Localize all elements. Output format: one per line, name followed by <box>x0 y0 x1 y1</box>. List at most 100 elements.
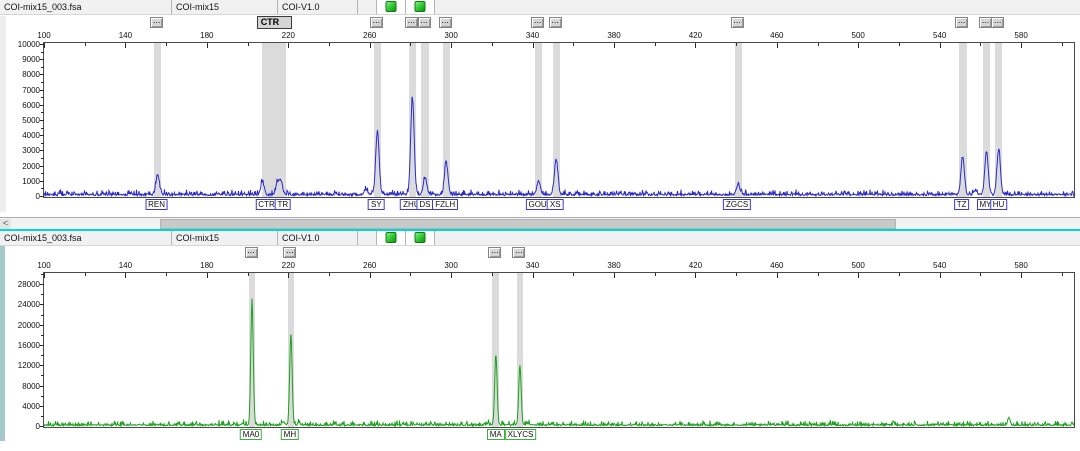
plot-area-blue[interactable]: 1001401802202603003403804204605005405800… <box>43 42 1075 198</box>
sample-header-bottom: COI-mix15_003.fsa COI-mix15 COI-V1.0 <box>0 231 1080 246</box>
allele-label[interactable]: TZ <box>954 199 970 210</box>
x-axis-tick-label: 580 <box>1014 261 1027 270</box>
x-axis-tick-label: 300 <box>444 261 457 270</box>
allele-label[interactable]: SY <box>368 199 385 210</box>
marker-edit-button[interactable]: ... <box>531 17 544 28</box>
x-axis-tick-label: 180 <box>200 31 213 40</box>
x-axis-tick-label: 540 <box>933 31 946 40</box>
x-axis-tick-label: 220 <box>282 261 295 270</box>
y-axis-tick-label: 1000 <box>4 177 40 186</box>
y-axis-tick-label: 5000 <box>4 116 40 125</box>
status-cell[interactable] <box>377 0 406 14</box>
status-cell[interactable] <box>406 0 435 14</box>
y-axis-tick-label: 28000 <box>4 280 40 289</box>
marker-edit-button[interactable]: ... <box>991 17 1004 28</box>
panel-version: COI-V1.0 <box>278 231 358 245</box>
marker-edit-button[interactable]: ... <box>245 247 258 258</box>
trace-line <box>44 97 1074 196</box>
sample-name: COI-mix15 <box>172 0 278 14</box>
x-axis-tick-label: 580 <box>1014 31 1027 40</box>
allele-label[interactable]: MA0 <box>240 429 262 440</box>
y-axis-tick-label: 7000 <box>4 86 40 95</box>
x-axis-tick-label: 340 <box>526 261 539 270</box>
allele-label[interactable]: HU <box>990 199 1008 210</box>
y-axis-tick-label: 0 <box>4 192 40 201</box>
plot-area-green[interactable]: 1001401802202603003403804204605005405800… <box>43 272 1075 428</box>
y-axis-tick-label: 8000 <box>4 382 40 391</box>
trace-green <box>44 273 1074 427</box>
marker-edit-button[interactable]: ... <box>418 17 431 28</box>
x-axis-tick-label: 140 <box>119 261 132 270</box>
marker-edit-button[interactable]: ... <box>150 17 163 28</box>
allele-label[interactable]: MA <box>487 429 505 440</box>
analysis-ok-icon[interactable] <box>415 1 426 12</box>
x-axis-tick-label: 380 <box>607 261 620 270</box>
analysis-ok-icon[interactable] <box>415 232 426 243</box>
marker-edit-button[interactable]: ... <box>488 247 501 258</box>
fragment-analysis-window: COI-mix15_003.fsa COI-mix15 COI-V1.0 ...… <box>0 0 1080 451</box>
x-axis-tick-label: 260 <box>363 31 376 40</box>
y-axis-tick-label: 16000 <box>4 341 40 350</box>
allele-label[interactable]: FZLH <box>432 199 458 210</box>
marker-edit-button[interactable]: ... <box>512 247 525 258</box>
x-axis-tick-label: 420 <box>689 261 702 270</box>
allele-label[interactable]: DS <box>416 199 433 210</box>
x-axis-tick-label: 180 <box>200 261 213 270</box>
status-cell[interactable] <box>406 231 435 245</box>
y-axis-tick-label: 2000 <box>4 162 40 171</box>
x-axis-tick-label: 380 <box>607 31 620 40</box>
marker-edit-button[interactable]: ... <box>439 17 452 28</box>
y-axis-tick-label: 4000 <box>4 131 40 140</box>
header-spacer-cell <box>358 0 377 14</box>
header-spacer-cell <box>358 231 377 245</box>
y-axis-tick-label: 24000 <box>4 300 40 309</box>
y-axis-tick-label: 8000 <box>4 70 40 79</box>
y-axis-tick-label: 4000 <box>4 402 40 411</box>
sample-file-name: COI-mix15_003.fsa <box>0 0 172 14</box>
marker-edit-button[interactable]: ... <box>731 17 744 28</box>
trace-blue <box>44 43 1074 197</box>
allele-label[interactable]: XLYCS <box>505 429 537 440</box>
y-axis-tick-label: 9000 <box>4 55 40 64</box>
x-axis-tick-label: 420 <box>689 31 702 40</box>
marker-edit-button[interactable]: ... <box>405 17 418 28</box>
analysis-ok-icon[interactable] <box>386 232 397 243</box>
x-axis-tick-label: 140 <box>119 31 132 40</box>
x-axis-tick-label: 300 <box>444 31 457 40</box>
status-cell[interactable] <box>377 231 406 245</box>
x-axis-tick-label: 540 <box>933 261 946 270</box>
marker-edit-button[interactable]: ... <box>370 17 383 28</box>
y-axis-tick-label: 0 <box>4 422 40 431</box>
allele-label[interactable]: MH <box>281 429 299 440</box>
marker-edit-button[interactable]: ... <box>955 17 968 28</box>
marker-edit-button[interactable]: ... <box>549 17 562 28</box>
x-axis-tick-label: 100 <box>37 31 50 40</box>
y-axis-tick-label: 12000 <box>4 361 40 370</box>
x-axis-tick-label: 220 <box>282 31 295 40</box>
scroll-left-button[interactable]: < <box>0 219 11 229</box>
allele-label[interactable]: ZGCS <box>723 199 751 210</box>
x-axis-tick-label: 460 <box>770 31 783 40</box>
sample-file-name: COI-mix15_003.fsa <box>0 231 172 245</box>
horizontal-scrollbar[interactable]: < <box>0 217 1080 229</box>
marker-edit-button[interactable]: ... <box>283 247 296 258</box>
x-axis-tick-label: 500 <box>852 31 865 40</box>
y-axis-tick-label: 6000 <box>4 101 40 110</box>
sample-header-top: COI-mix15_003.fsa COI-mix15 COI-V1.0 <box>0 0 1080 15</box>
y-axis-tick-label: 3000 <box>4 146 40 155</box>
marker-edit-button[interactable]: ... <box>979 17 992 28</box>
allele-label[interactable]: XS <box>547 199 564 210</box>
range-marker-box[interactable]: CTR <box>257 16 293 29</box>
x-axis-tick-label: 500 <box>852 261 865 270</box>
trace-line <box>44 299 1074 426</box>
electropherogram-green: 1001401802202603003403804204605005405800… <box>43 272 1073 444</box>
analysis-ok-icon[interactable] <box>386 1 397 12</box>
allele-label[interactable]: REN <box>145 199 168 210</box>
scrollbar-thumb[interactable] <box>160 219 896 229</box>
x-axis-tick-label: 100 <box>37 261 50 270</box>
y-axis-tick-label: 20000 <box>4 321 40 330</box>
electropherogram-blue: 1001401802202603003403804204605005405800… <box>43 42 1073 214</box>
sample-name: COI-mix15 <box>172 231 278 245</box>
x-axis-tick-label: 460 <box>770 261 783 270</box>
allele-label[interactable]: TR <box>274 199 291 210</box>
